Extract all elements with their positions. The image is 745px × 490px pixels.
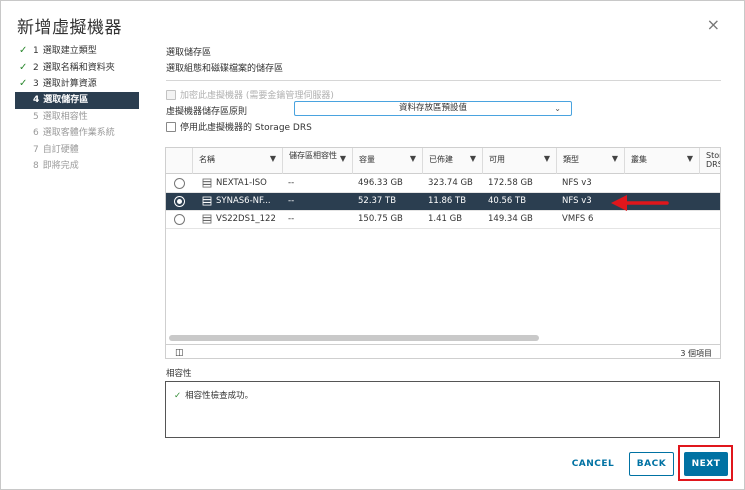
step-label: 選取名稱和資料夾 [42, 62, 115, 73]
new-vm-dialog: 新增虛擬機器 × ✓ 1 選取建立類型 ✓ 2 選取名稱和資料夾 ✓ 3 選取計… [0, 0, 745, 490]
step-2[interactable]: ✓ 2 選取名稱和資料夾 [19, 59, 155, 75]
encrypt-checkbox [166, 89, 176, 100]
filter-icon[interactable]: ▼ [340, 154, 346, 163]
cell-capacity: 150.75 GB [358, 214, 403, 224]
cell-provisioned: 1.41 GB [428, 214, 463, 224]
step-5: 5 選取相容性 [19, 109, 155, 125]
step-label: 選取相容性 [42, 111, 88, 122]
cell-compat: -- [288, 214, 295, 224]
cell-compat: -- [288, 178, 295, 188]
row-radio[interactable] [174, 214, 185, 225]
checkmark-icon: ✓ [19, 77, 28, 89]
datastore-icon [202, 196, 212, 205]
cell-capacity: 52.37 TB [358, 196, 397, 206]
checkmark-icon: ✓ [19, 45, 28, 57]
step-4[interactable]: 4 選取儲存區 [15, 92, 139, 109]
cell-capacity: 496.33 GB [358, 178, 403, 188]
cell-name: SYNAS6-NF... [196, 193, 282, 211]
wizard-steps: ✓ 1 選取建立類型 ✓ 2 選取名稱和資料夾 ✓ 3 選取計算資源 4 選取儲… [15, 43, 155, 174]
row-radio[interactable] [174, 178, 185, 189]
datastore-icon [202, 214, 212, 223]
column-header-compat[interactable]: 儲存區相容性 ▼ [282, 148, 352, 174]
filter-icon[interactable]: ▼ [270, 154, 276, 163]
section-subheading: 選取組態和磁碟檔案的儲存區 [166, 64, 284, 74]
cancel-button[interactable]: CANCEL [568, 452, 618, 476]
section-heading: 選取儲存區 [166, 48, 212, 58]
annotation-highlight-box [678, 445, 733, 481]
filter-icon[interactable]: ▼ [410, 154, 416, 163]
step-label: 選取儲存區 [43, 95, 89, 106]
compatibility-panel: ✓ 相容性檢查成功。 [165, 381, 720, 438]
encrypt-option: 加密此虛擬機器 (需要金鑰管理伺服器) [166, 88, 334, 101]
column-header-provisioned[interactable]: 已佈建 ▼ [422, 148, 482, 174]
item-count: 3 個項目 [680, 349, 712, 358]
filter-icon[interactable]: ▼ [687, 154, 693, 163]
drs-checkbox[interactable] [166, 121, 176, 132]
main-panel: 選取儲存區 選取組態和磁碟檔案的儲存區 [166, 45, 721, 81]
cell-free: 149.34 GB [488, 214, 533, 224]
policy-row: 虛擬機器儲存區原則 [166, 104, 247, 117]
checkmark-icon: ✓ [19, 61, 28, 73]
drs-option[interactable]: 停用此虛擬機器的 Storage DRS [166, 120, 312, 133]
column-header-type[interactable]: 類型 ▼ [556, 148, 624, 174]
step-label: 選取計算資源 [42, 78, 97, 89]
storage-policy-dropdown[interactable]: 資料存放區預設值 ⌄ [294, 101, 572, 116]
table-header: 名稱 ▼ 儲存區相容性 ▼ 容量 ▼ 已佈建 ▼ 可用 ▼ 類型 ▼ 叢集 ▼ … [166, 148, 720, 174]
cell-compat: -- [288, 196, 295, 206]
filter-icon[interactable]: ▼ [612, 154, 618, 163]
back-button[interactable]: BACK [629, 452, 674, 476]
column-header-capacity[interactable]: 容量 ▼ [352, 148, 422, 174]
cell-name: NEXTA1-ISO [196, 175, 282, 193]
compatibility-message: ✓ 相容性檢查成功。 [174, 391, 254, 401]
filter-icon[interactable]: ▼ [470, 154, 476, 163]
divider [166, 80, 721, 81]
datastore-table: 名稱 ▼ 儲存區相容性 ▼ 容量 ▼ 已佈建 ▼ 可用 ▼ 類型 ▼ 叢集 ▼ … [165, 147, 721, 359]
column-header-name[interactable]: 名稱 ▼ [192, 148, 282, 174]
cell-type: NFS v3 [562, 178, 592, 188]
datastore-icon [202, 178, 212, 187]
step-label: 自訂硬體 [42, 144, 79, 155]
horizontal-scrollbar[interactable] [169, 335, 539, 341]
cell-provisioned: 11.86 TB [428, 196, 467, 206]
table-footer: ◫ 3 個項目 [166, 344, 720, 358]
step-8: 8 即將完成 [19, 158, 155, 174]
step-3[interactable]: ✓ 3 選取計算資源 [19, 76, 155, 92]
dialog-title: 新增虛擬機器 [17, 18, 122, 38]
checkmark-icon: ✓ [174, 391, 182, 401]
row-radio[interactable] [174, 196, 185, 207]
step-1[interactable]: ✓ 1 選取建立類型 [19, 43, 155, 59]
cell-free: 40.56 TB [488, 196, 527, 206]
step-label: 選取客體作業系統 [42, 128, 115, 139]
close-icon[interactable]: × [707, 15, 720, 34]
chevron-down-icon: ⌄ [554, 104, 561, 113]
cell-name: VS22DS1_122 [196, 211, 282, 229]
cell-free: 172.58 GB [488, 178, 533, 188]
cell-provisioned: 323.74 GB [428, 178, 473, 188]
column-header-free[interactable]: 可用 ▼ [482, 148, 556, 174]
annotation-arrow-icon [611, 195, 669, 211]
step-7: 7 自訂硬體 [19, 141, 155, 157]
encrypt-label: 加密此虛擬機器 (需要金鑰管理伺服器) [180, 91, 334, 101]
policy-value: 資料存放區預設值 [398, 103, 467, 113]
compatibility-label: 相容性 [166, 369, 192, 379]
cell-cluster [624, 175, 699, 193]
filter-icon[interactable]: ▼ [544, 154, 550, 163]
table-row[interactable]: NEXTA1-ISO -- 496.33 GB 323.74 GB 172.58… [166, 175, 720, 193]
drs-label: 停用此虛擬機器的 Storage DRS [180, 123, 312, 133]
step-label: 即將完成 [42, 160, 79, 171]
policy-label: 虛擬機器儲存區原則 [166, 107, 248, 117]
step-6: 6 選取客體作業系統 [19, 125, 155, 141]
column-header-drs[interactable]: Storage DRS [699, 148, 720, 174]
column-header-cluster[interactable]: 叢集 ▼ [624, 148, 699, 174]
column-toggle-icon[interactable]: ◫ [175, 348, 184, 358]
step-label: 選取建立類型 [42, 46, 97, 57]
